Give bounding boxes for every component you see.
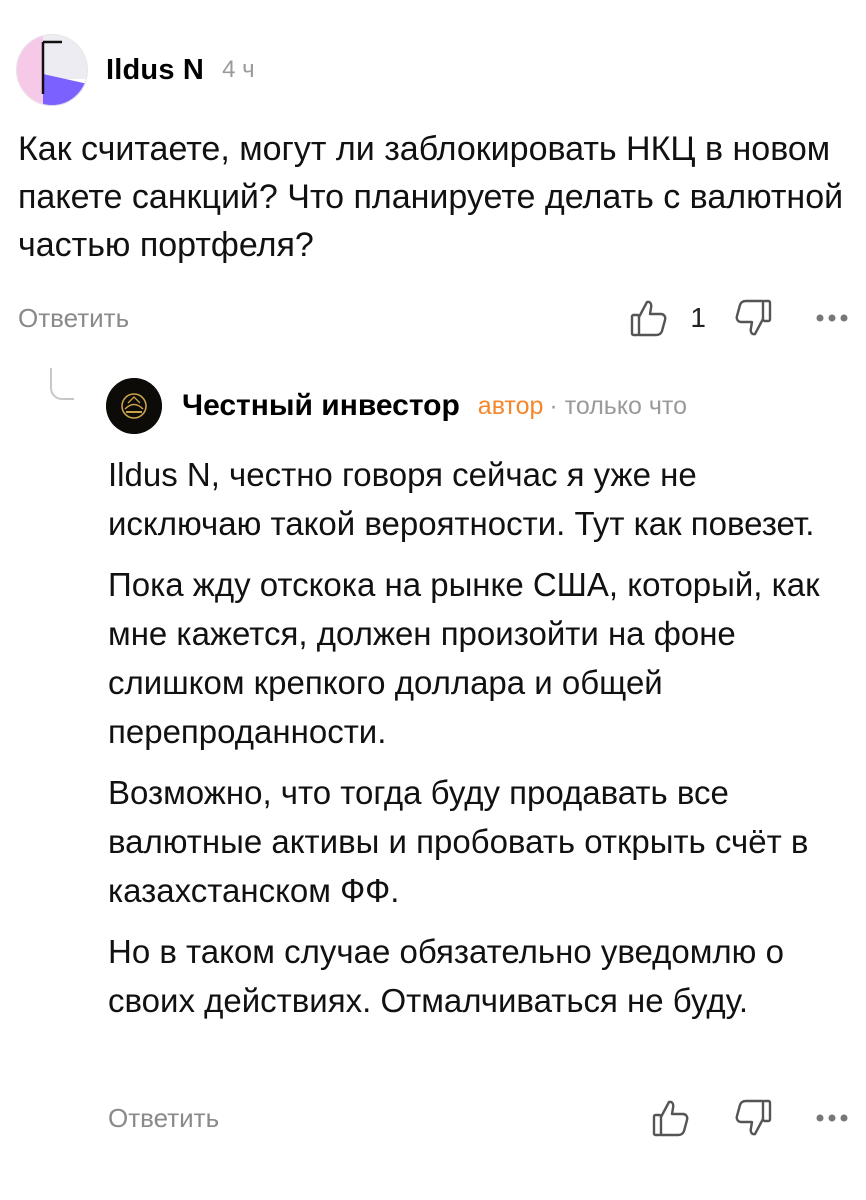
like-count: 1 — [690, 302, 706, 333]
comment-text: Как считаете, могут ли заблокировать НКЦ… — [18, 130, 844, 264]
reply-paragraph: Возможно, что тогда буду продавать все в… — [108, 774, 809, 909]
reply-author[interactable]: Честный инвестор — [182, 389, 460, 423]
thumbs-down-icon[interactable] — [734, 298, 772, 338]
thumbs-up-icon[interactable] — [630, 298, 668, 338]
reply-paragraph: Пока жду отскока на рынке США, который, … — [108, 566, 820, 750]
comments-thread: Ildus N 4 ч Как считаете, могут ли забло… — [0, 0, 866, 1200]
reply-actions: Ответить — [108, 1096, 848, 1140]
comment-time: 4 ч — [222, 56, 255, 83]
reply-time: · только что — [549, 391, 687, 420]
reply-paragraph: Но в таком случае обязательно уведомлю о… — [108, 933, 784, 1019]
reply-button[interactable]: Ответить — [18, 303, 129, 334]
thumbs-down-icon[interactable] — [734, 1098, 772, 1138]
reply-text: Ildus N, честно говоря сейчас я уже не и… — [108, 450, 848, 1037]
more-icon[interactable] — [816, 313, 848, 323]
user-avatar[interactable] — [106, 378, 162, 434]
reply-header: Честный инвестор автор · только что — [106, 376, 687, 436]
user-avatar[interactable] — [16, 34, 88, 106]
comment-header: Ildus N 4 ч — [16, 30, 255, 110]
author-badge: автор — [477, 391, 544, 420]
thread-line-icon — [50, 368, 74, 400]
reply-paragraph: Ildus N, честно говоря сейчас я уже не и… — [108, 456, 815, 542]
comment-author[interactable]: Ildus N — [106, 54, 204, 87]
reply-button[interactable]: Ответить — [108, 1103, 219, 1134]
comment-actions: Ответить 1 — [18, 296, 848, 340]
thumbs-up-icon[interactable] — [652, 1098, 690, 1138]
more-icon[interactable] — [816, 1113, 848, 1123]
